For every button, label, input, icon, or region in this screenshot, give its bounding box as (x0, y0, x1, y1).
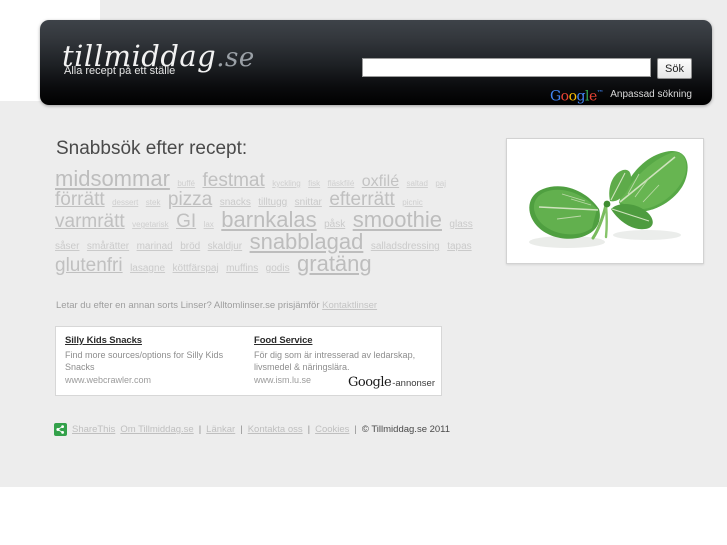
ad-title[interactable]: Silly Kids Snacks (65, 335, 245, 346)
footer-link-lankar[interactable]: Länkar (206, 424, 235, 435)
footer-separator: | (307, 424, 311, 435)
google-ads-branding: Google -annonser (348, 376, 435, 390)
sharethis-icon[interactable] (54, 423, 67, 436)
site-logo[interactable]: tillmiddag.se Alla recept på ett ställe (62, 42, 255, 78)
tag-link[interactable]: skaldjur (208, 241, 242, 252)
tag-link[interactable]: dessert (112, 198, 138, 207)
tag-link[interactable]: smoothie (353, 207, 442, 232)
logo-tld: .se (216, 43, 255, 73)
search-input[interactable] (362, 58, 652, 77)
footer-link-kontakt[interactable]: Kontakta oss (248, 424, 303, 435)
ads-label: -annonser (392, 378, 435, 389)
site-header: tillmiddag.se Alla recept på ett ställe … (40, 20, 712, 105)
tag-link[interactable]: förrätt (55, 189, 105, 210)
tag-link[interactable]: marinad (137, 241, 173, 252)
tag-link[interactable]: godis (266, 263, 290, 274)
footer-separator: | (354, 424, 357, 435)
ad-description: För dig som är intresserad av ledarskap,… (254, 350, 416, 372)
tag-link[interactable]: glass (449, 219, 472, 230)
search-row: Sök (362, 58, 692, 79)
sponsor-link[interactable]: Kontaktlinser (322, 300, 377, 311)
tag-link[interactable]: fläskfilé (328, 179, 355, 188)
tag-link[interactable]: bröd (180, 241, 200, 252)
tag-link[interactable]: muffins (226, 263, 258, 274)
google-logo: Google (347, 375, 392, 390)
footer-separator: | (240, 424, 243, 435)
ad-item-left[interactable]: Silly Kids Snacks Find more sources/opti… (65, 335, 245, 385)
page-wrapper: tillmiddag.se Alla recept på ett ställe … (0, 0, 727, 545)
herb-sprig-illustration (507, 139, 703, 263)
tag-link[interactable]: köttfärspaj (173, 263, 219, 274)
tag-link[interactable]: kyckling (272, 179, 300, 188)
google-cse-branding: Google™ Anpassad sökning (362, 86, 692, 104)
tag-link[interactable]: glutenfri (55, 255, 123, 276)
tag-link[interactable]: festmat (202, 170, 264, 191)
tag-link[interactable]: buffé (177, 179, 195, 188)
tag-link[interactable]: midsommar (55, 166, 170, 191)
tag-link[interactable]: stek (146, 198, 161, 207)
tag-link[interactable]: picnic (402, 198, 422, 207)
google-logo: Google™ (549, 88, 604, 105)
tag-link[interactable]: GI (176, 211, 196, 232)
footer-link-om[interactable]: Om Tillmiddag.se (120, 424, 193, 435)
site-footer: ShareThis Om Tillmiddag.se | Länkar | Ko… (54, 423, 450, 436)
page-title: Snabbsök efter recept: (56, 138, 248, 159)
search-area: Sök Google™ Anpassad sökning (362, 58, 692, 104)
trademark-icon: ™ (596, 89, 604, 97)
tag-link[interactable]: lasagne (130, 263, 165, 274)
tag-cloud: midsommar buffé festmat kyckling fisk fl… (55, 166, 477, 276)
tag-link[interactable]: tapas (447, 241, 471, 252)
tag-link[interactable]: salladsdressing (371, 241, 440, 252)
footer-separator: | (198, 424, 202, 435)
tag-link[interactable]: oxfilé (362, 173, 399, 190)
tag-link[interactable]: saltad (407, 179, 428, 188)
share-glyph (56, 425, 64, 434)
tag-link[interactable]: lax (204, 220, 214, 229)
tag-link[interactable]: pizza (168, 189, 212, 210)
copyright-text: © Tillmiddag.se 2011 (361, 424, 451, 435)
tag-link[interactable]: gratäng (297, 251, 372, 276)
footer-link-cookies[interactable]: Cookies (315, 424, 349, 435)
tag-link[interactable]: smårätter (87, 241, 129, 252)
ad-title[interactable]: Food Service (254, 335, 434, 346)
footer-link-sharethis[interactable]: ShareThis (72, 424, 115, 435)
sponsor-text: Letar du efter en annan sorts Linser? Al… (56, 300, 323, 311)
sponsor-text-line: Letar du efter en annan sorts Linser? Al… (56, 300, 377, 311)
tag-link[interactable]: fisk (308, 179, 320, 188)
tag-link[interactable]: såser (55, 241, 79, 252)
custom-search-label: Anpassad sökning (610, 89, 692, 101)
search-button[interactable]: Sök (657, 58, 692, 79)
ad-url: www.webcrawler.com (65, 375, 152, 385)
hero-image (506, 138, 704, 264)
tag-link[interactable]: paj (435, 179, 446, 188)
tag-link[interactable]: varmrätt (55, 211, 125, 232)
tag-link[interactable]: vegetarisk (132, 220, 168, 229)
ad-description: Find more sources/options for Silly Kids… (65, 350, 224, 372)
ads-block: Silly Kids Snacks Find more sources/opti… (55, 326, 442, 396)
